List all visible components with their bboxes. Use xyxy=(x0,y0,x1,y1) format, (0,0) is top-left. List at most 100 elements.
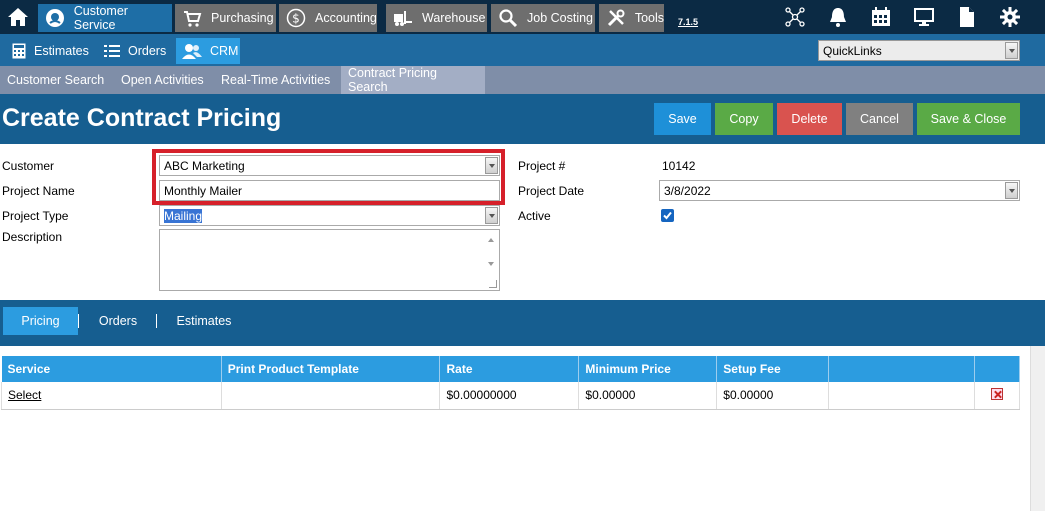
project-name-label: Project Name xyxy=(2,184,75,198)
copy-button[interactable]: Copy xyxy=(715,103,773,135)
subnav-label: Orders xyxy=(128,44,167,58)
project-type-select[interactable]: Mailing xyxy=(159,205,500,226)
thirdnav-open-activities[interactable]: Open Activities xyxy=(114,66,211,94)
nav-tab-label: Purchasing xyxy=(211,11,274,25)
highlight-box xyxy=(152,149,505,205)
col-actions xyxy=(974,356,1021,382)
scroll-down-icon[interactable] xyxy=(488,262,494,266)
thirdnav-customer-search[interactable]: Customer Search xyxy=(0,66,111,94)
version-label[interactable]: 7.1.5 xyxy=(678,17,698,27)
nav-tab-job-costing[interactable]: Job Costing xyxy=(491,4,595,32)
tab-orders[interactable]: Orders xyxy=(88,307,148,335)
calendar-icon[interactable] xyxy=(869,5,893,29)
save-close-button[interactable]: Save & Close xyxy=(917,103,1020,135)
subnav-item-estimates[interactable]: Estimates xyxy=(6,38,95,64)
third-nav: Customer Search Open Activities Real-Tim… xyxy=(0,66,1045,94)
tab-estimates[interactable]: Estimates xyxy=(166,307,242,335)
col-rate[interactable]: Rate xyxy=(439,356,580,382)
home-icon[interactable] xyxy=(6,6,32,28)
quicklinks-select[interactable]: QuickLinks xyxy=(818,40,1020,61)
nav-tab-warehouse[interactable]: Warehouse xyxy=(386,4,487,32)
cell-template xyxy=(221,382,441,410)
dollar-icon: $ xyxy=(285,7,307,29)
col-minimum-price[interactable]: Minimum Price xyxy=(578,356,718,382)
scroll-up-icon[interactable] xyxy=(488,238,494,242)
thirdnav-label: Real-Time Activities xyxy=(221,73,331,87)
subnav-label: CRM xyxy=(210,44,239,58)
bell-icon[interactable] xyxy=(826,5,850,29)
cell-min-price[interactable]: $0.00000 xyxy=(578,382,718,410)
nav-tab-label: Warehouse xyxy=(422,11,486,25)
nav-tab-accounting[interactable]: $ Accounting xyxy=(279,4,377,32)
cell-rate[interactable]: $0.00000000 xyxy=(439,382,580,410)
chevron-down-icon[interactable] xyxy=(1005,182,1018,199)
project-type-value: Mailing xyxy=(164,209,203,223)
nav-tab-customer-service[interactable]: Customer Service xyxy=(38,4,172,32)
customer-label: Customer xyxy=(2,159,55,173)
nav-tab-tools[interactable]: Tools xyxy=(599,4,664,32)
top-nav: Customer Service Purchasing $ Accounting… xyxy=(0,0,1045,34)
cell-extra xyxy=(828,382,975,410)
subnav-label: Estimates xyxy=(34,44,89,58)
project-type-label: Project Type xyxy=(2,209,69,223)
thirdnav-label: Open Activities xyxy=(121,73,204,87)
tab-divider xyxy=(156,314,157,328)
page-title: Create Contract Pricing xyxy=(2,104,282,132)
table-header-row: Service Print Product Template Rate Mini… xyxy=(1,356,1021,382)
document-icon[interactable] xyxy=(955,5,979,29)
tab-pricing[interactable]: Pricing xyxy=(3,307,78,335)
quicklinks-value: QuickLinks xyxy=(823,44,882,58)
tools-icon xyxy=(605,7,627,29)
title-bar: Create Contract Pricing Save Copy Delete… xyxy=(0,94,1045,144)
cancel-button[interactable]: Cancel xyxy=(846,103,913,135)
calculator-icon xyxy=(12,43,26,59)
nav-tab-label: Job Costing xyxy=(527,11,594,25)
subnav-item-crm[interactable]: CRM xyxy=(176,38,240,64)
col-service[interactable]: Service xyxy=(1,356,222,382)
col-print-product-template[interactable]: Print Product Template xyxy=(221,356,441,382)
subnav-item-orders[interactable]: Orders xyxy=(98,38,172,64)
cart-icon xyxy=(181,7,203,29)
select-service-link[interactable]: Select xyxy=(8,388,41,402)
cell-setup-fee[interactable]: $0.00000 xyxy=(716,382,830,410)
headset-icon xyxy=(44,7,66,29)
project-date-value: 3/8/2022 xyxy=(664,184,711,198)
svg-text:$: $ xyxy=(292,12,300,26)
scrollbar[interactable] xyxy=(1030,346,1045,511)
col-setup-fee[interactable]: Setup Fee xyxy=(716,356,830,382)
network-icon[interactable] xyxy=(783,5,807,29)
tabs-bar: Pricing Orders Estimates xyxy=(0,300,1045,346)
thirdnav-label: Contract Pricing Search xyxy=(348,66,437,94)
nav-tab-label: Tools xyxy=(634,11,664,25)
description-label: Description xyxy=(2,230,63,244)
nav-tab-purchasing[interactable]: Purchasing xyxy=(175,4,276,32)
users-icon xyxy=(182,43,202,59)
delete-row-icon[interactable] xyxy=(990,387,1003,400)
table-row: Select $0.00000000 $0.00000 $0.00000 xyxy=(1,382,1021,410)
nav-tab-label: Accounting xyxy=(315,11,377,25)
resize-grip-icon[interactable] xyxy=(489,280,497,288)
chevron-down-icon[interactable] xyxy=(485,207,498,224)
thirdnav-contract-pricing-search[interactable]: Contract Pricing Search xyxy=(341,66,485,94)
nav-tab-label: Customer Service xyxy=(73,4,128,32)
monitor-icon[interactable] xyxy=(912,5,936,29)
project-date-field[interactable]: 3/8/2022 xyxy=(659,180,1020,201)
project-num-label: Project # xyxy=(518,159,566,173)
tab-divider xyxy=(78,314,79,328)
description-textarea[interactable] xyxy=(159,229,500,291)
active-checkbox[interactable] xyxy=(661,209,674,222)
thirdnav-real-time-activities[interactable]: Real-Time Activities xyxy=(214,66,337,94)
chevron-down-icon[interactable] xyxy=(1005,42,1018,59)
project-num-value: 10142 xyxy=(662,159,696,173)
col-extra xyxy=(828,356,975,382)
magnifier-icon xyxy=(497,7,519,29)
delete-button[interactable]: Delete xyxy=(777,103,842,135)
gear-icon[interactable] xyxy=(998,5,1022,29)
thirdnav-label: Customer Search xyxy=(7,73,105,87)
check-icon xyxy=(663,211,672,220)
list-icon xyxy=(104,44,120,58)
pricing-table: Service Print Product Template Rate Mini… xyxy=(1,356,1021,410)
project-date-label: Project Date xyxy=(518,184,585,198)
save-button[interactable]: Save xyxy=(654,103,711,135)
forklift-icon xyxy=(392,7,414,29)
